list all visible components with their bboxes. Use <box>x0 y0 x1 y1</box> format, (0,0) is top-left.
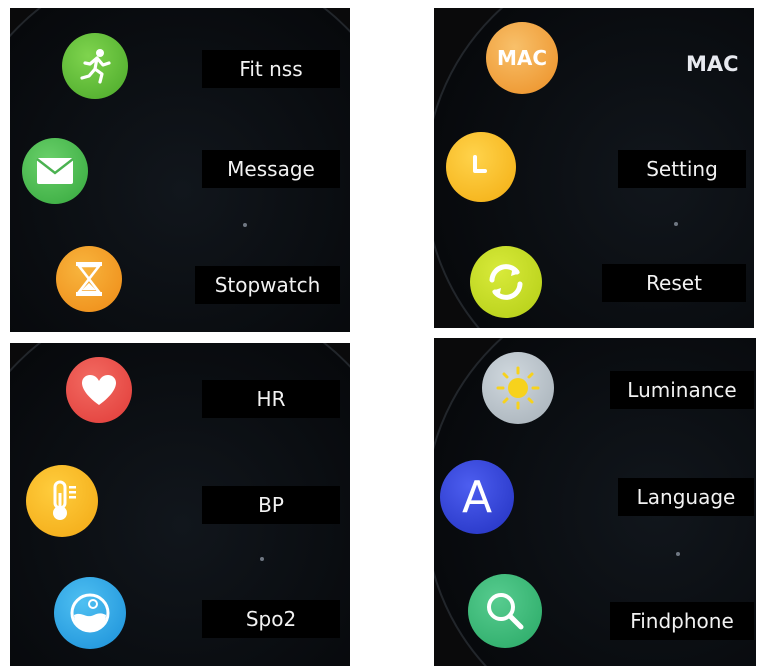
screen-center-dot <box>674 222 678 226</box>
mac-icon-text: MAC <box>496 46 548 70</box>
hr-icon-button[interactable] <box>66 357 132 423</box>
menu-label-mac[interactable]: MAC <box>686 52 739 76</box>
hourglass-icon <box>76 262 102 296</box>
luminance-icon-button[interactable] <box>482 352 554 424</box>
menu-label-fitness[interactable]: Fit nss <box>202 50 340 88</box>
menu-label-findphone[interactable]: Findphone <box>610 602 754 640</box>
screen-center-dot <box>243 223 247 227</box>
menu-label-reset[interactable]: Reset <box>602 264 746 302</box>
menu-label-stopwatch[interactable]: Stopwatch <box>195 266 340 304</box>
magnifier-icon <box>487 593 524 630</box>
findphone-icon-button[interactable] <box>468 574 542 648</box>
setting-icon-button[interactable] <box>446 132 516 202</box>
heart-icon <box>82 375 116 405</box>
menu-label-spo2[interactable]: Spo2 <box>202 600 340 638</box>
menu-label-bp[interactable]: BP <box>202 486 340 524</box>
sun-icon <box>496 366 540 410</box>
oxygen-icon <box>70 593 110 633</box>
language-icon-button[interactable]: A <box>440 460 514 534</box>
menu-label-luminance[interactable]: Luminance <box>610 371 754 409</box>
screen-center-dot <box>676 552 680 556</box>
panel-fitness: Fit nss Message Stopwatch <box>10 8 350 332</box>
running-person-icon <box>80 49 111 84</box>
panel-settings: MAC MAC Setting Reset <box>434 8 754 328</box>
fitness-icon[interactable] <box>62 33 128 99</box>
bp-icon-button[interactable] <box>26 465 98 537</box>
spo2-icon-button[interactable] <box>54 577 126 649</box>
message-icon-button[interactable] <box>22 138 88 204</box>
menu-label-language[interactable]: Language <box>618 478 754 516</box>
panel-tools: Luminance A Language Findphone <box>434 338 756 666</box>
stopwatch-icon-button[interactable] <box>56 246 122 312</box>
reset-icon-button[interactable] <box>470 246 542 318</box>
mac-icon[interactable]: MAC <box>486 22 558 94</box>
menu-label-setting[interactable]: Setting <box>618 150 746 188</box>
envelope-icon <box>36 158 74 184</box>
clock-icon <box>473 155 487 173</box>
panel-health: HR BP Spo2 <box>10 343 350 666</box>
menu-label-message[interactable]: Message <box>202 150 340 188</box>
letter-a-icon: A <box>461 471 493 523</box>
thermometer-icon <box>53 480 76 520</box>
screen-center-dot <box>260 557 264 561</box>
menu-label-hr[interactable]: HR <box>202 380 340 418</box>
refresh-icon <box>489 264 523 300</box>
